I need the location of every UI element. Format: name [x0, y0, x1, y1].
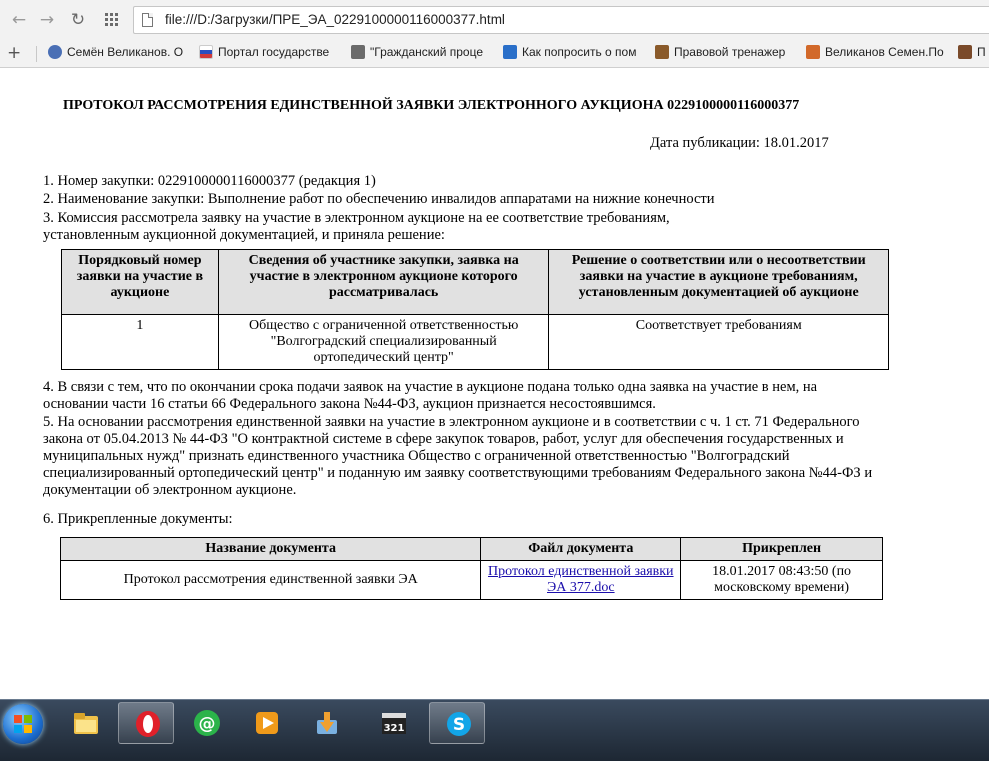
table-cell: 18.01.2017 08:43:50 (по московскому врем… — [680, 560, 883, 600]
file-explorer-icon — [74, 713, 98, 734]
table-row: 1 Общество с ограниченной ответственност… — [61, 314, 889, 370]
opera-icon — [136, 711, 160, 737]
bookmark-item[interactable]: Правовой тренажер — [655, 45, 791, 63]
table-header-row: Порядковый номер заявки на участие в аук… — [61, 249, 889, 315]
bookmark-favicon-icon — [48, 45, 62, 59]
taskbar: @ 321 S — [0, 699, 989, 761]
item-auction-failed: 4. В связи с тем, что по окончании срока… — [43, 379, 818, 412]
browser-toolbar: ← → ↻ file:///D:/Загрузки/ПРЕ_ЭА_0229100… — [0, 0, 989, 40]
bookmark-favicon-icon — [958, 45, 972, 59]
publication-date: Дата публикации: 18.01.2017 — [650, 135, 829, 151]
attachments-table: Название документа Файл документа Прикре… — [59, 537, 883, 600]
column-header: Прикреплен — [680, 537, 883, 561]
reload-icon[interactable]: ↻ — [66, 8, 90, 32]
table-row: Протокол рассмотрения единственной заявк… — [59, 560, 883, 600]
skype-icon: S — [447, 712, 471, 736]
bookmark-favicon-icon — [351, 45, 365, 59]
taskbar-downloader[interactable] — [298, 702, 354, 744]
table-cell: Соответствует требованиям — [548, 314, 889, 370]
item-attachments: 6. Прикрепленные документы: — [43, 511, 233, 527]
taskbar-file-explorer[interactable] — [57, 702, 113, 744]
bookmark-item[interactable]: Семён Великанов. О — [48, 45, 183, 63]
bookmark-favicon-icon — [503, 45, 517, 59]
add-bookmark-icon[interactable]: + — [7, 43, 21, 63]
table-cell: Протокол рассмотрения единственной заявк… — [59, 560, 482, 600]
address-bar[interactable]: file:///D:/Загрузки/ПРЕ_ЭА_0229100000116… — [133, 6, 989, 34]
taskbar-media-classic[interactable]: 321 — [365, 702, 421, 744]
svg-text:321: 321 — [384, 723, 405, 734]
bookmark-item[interactable]: П — [958, 45, 989, 63]
media-classic-icon: 321 — [382, 713, 406, 734]
table-cell: 1 — [61, 314, 219, 370]
bookmark-item[interactable]: Портал государстве — [199, 45, 334, 63]
media-player-icon — [256, 712, 278, 734]
document-file-link[interactable]: Протокол единственной заявки ЭА 377.doc — [488, 564, 674, 595]
bookmarks-bar: + Семён Великанов. О Портал государстве … — [0, 40, 989, 68]
bookmarks-divider — [36, 46, 37, 62]
arrow-right-icon[interactable]: → — [35, 8, 59, 32]
decision-table: Порядковый номер заявки на участие в аук… — [61, 249, 889, 370]
item-commission-line2: установленным аукционной документацией, … — [43, 227, 445, 243]
svg-text:S: S — [453, 715, 465, 735]
bookmark-favicon-icon — [806, 45, 820, 59]
bookmark-item[interactable]: "Гражданский проце — [351, 45, 489, 63]
table-header-row: Название документа Файл документа Прикре… — [59, 537, 883, 561]
item-purchase-name: 2. Наименование закупки: Выполнение рабо… — [43, 191, 715, 207]
arrow-left-icon[interactable]: ← — [7, 8, 31, 32]
item-commission-line1: 3. Комиссия рассмотрела заявку на участи… — [43, 210, 670, 226]
column-header: Сведения об участнике закупки, заявка на… — [217, 249, 550, 315]
russia-flag-icon — [199, 45, 213, 59]
item-sole-participant: 5. На основании рассмотрения единственно… — [43, 414, 873, 498]
mail-agent-icon: @ — [194, 710, 220, 736]
taskbar-skype[interactable]: S — [429, 702, 485, 744]
column-header: Решение о соответствии или о несоответст… — [548, 249, 889, 315]
windows-start-icon[interactable] — [3, 704, 43, 744]
bookmark-favicon-icon — [655, 45, 669, 59]
taskbar-opera[interactable] — [118, 702, 174, 744]
bookmark-item[interactable]: Великанов Семен.По — [806, 45, 946, 63]
bookmark-item[interactable]: Как попросить о пом — [503, 45, 639, 63]
apps-grid-icon[interactable] — [100, 8, 124, 32]
svg-text:@: @ — [199, 714, 216, 734]
table-cell: Протокол единственной заявки ЭА 377.doc — [480, 560, 682, 600]
document-page: ПРОТОКОЛ РАССМОТРЕНИЯ ЕДИНСТВЕННОЙ ЗАЯВК… — [0, 69, 989, 699]
column-header: Порядковый номер заявки на участие в аук… — [61, 249, 219, 315]
page-title: ПРОТОКОЛ РАССМОТРЕНИЯ ЕДИНСТВЕННОЙ ЗАЯВК… — [63, 98, 800, 113]
taskbar-mail-agent[interactable]: @ — [178, 702, 234, 744]
table-cell: Общество с ограниченной ответственностью… — [217, 314, 550, 370]
taskbar-media-player[interactable] — [238, 702, 294, 744]
page-icon — [142, 13, 153, 27]
item-purchase-number: 1. Номер закупки: 0229100000116000377 (р… — [43, 173, 376, 189]
address-url[interactable]: file:///D:/Загрузки/ПРЕ_ЭА_0229100000116… — [165, 12, 505, 27]
column-header: Файл документа — [480, 537, 682, 561]
downloader-icon — [317, 712, 337, 734]
column-header: Название документа — [59, 537, 482, 561]
